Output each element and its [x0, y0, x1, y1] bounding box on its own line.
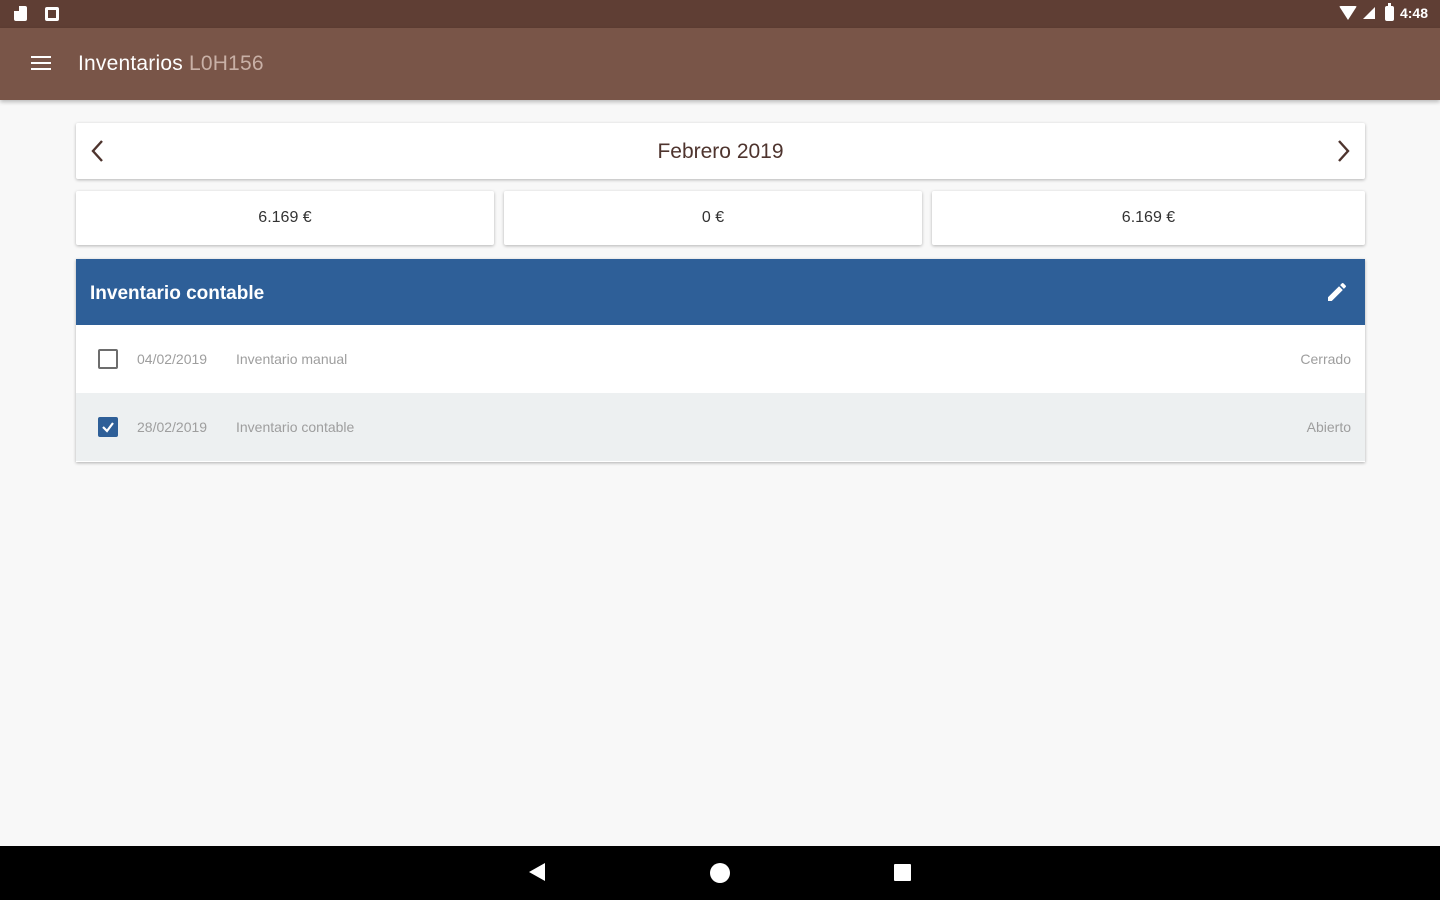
totals-row: 6.169 € 0 € 6.169 € [76, 191, 1365, 245]
signal-icon [1362, 7, 1375, 19]
system-nav-bar [0, 846, 1440, 900]
edit-button[interactable] [1325, 280, 1349, 304]
list-item[interactable]: 28/02/2019 Inventario contable Abierto [76, 393, 1365, 461]
app-subtitle: L0H156 [188, 52, 264, 75]
app-title-text: Inventarios [78, 52, 183, 75]
total-card-3: 6.169 € [932, 191, 1365, 245]
inventory-header: Inventario contable [76, 259, 1365, 325]
hamburger-menu-icon[interactable] [28, 52, 54, 76]
row-checkbox[interactable] [98, 349, 118, 369]
page-title: Inventarios L0H156 [78, 52, 264, 76]
month-label: Febrero 2019 [657, 140, 784, 163]
inventory-title: Inventario contable [90, 283, 265, 304]
recents-icon[interactable] [894, 864, 911, 881]
row-status: Abierto [1306, 419, 1351, 435]
battery-icon [1384, 2, 1394, 21]
row-status: Cerrado [1300, 351, 1351, 367]
checkmark-icon [102, 422, 114, 433]
home-icon[interactable] [710, 863, 730, 883]
status-time: 4:48 [1399, 5, 1428, 21]
inventory-card: Inventario contable 04/02/2019 Inventari… [76, 259, 1365, 462]
total-card-1: 6.169 € [76, 191, 494, 245]
pencil-icon [1328, 282, 1347, 301]
status-left-icons [14, 6, 59, 21]
row-name: Inventario manual [236, 351, 348, 367]
row-date: 28/02/2019 [137, 419, 208, 435]
square-notification-icon [45, 6, 59, 21]
total-card-2: 0 € [504, 191, 922, 245]
next-month-button[interactable] [1333, 137, 1353, 165]
sd-card-icon [14, 6, 27, 21]
app-bar: Inventarios L0H156 [0, 28, 1440, 100]
chevron-right-icon [1338, 140, 1350, 162]
wifi-icon [1338, 6, 1357, 20]
row-name: Inventario contable [236, 419, 355, 435]
row-date: 04/02/2019 [137, 351, 208, 367]
row-checkbox[interactable] [98, 417, 118, 437]
status-right-icons: 4:48 [1338, 2, 1428, 21]
status-bar: 4:48 [0, 0, 1440, 28]
list-item[interactable]: 04/02/2019 Inventario manual Cerrado [76, 325, 1365, 393]
month-selector: Febrero 2019 [76, 123, 1365, 179]
back-icon[interactable] [529, 863, 545, 881]
